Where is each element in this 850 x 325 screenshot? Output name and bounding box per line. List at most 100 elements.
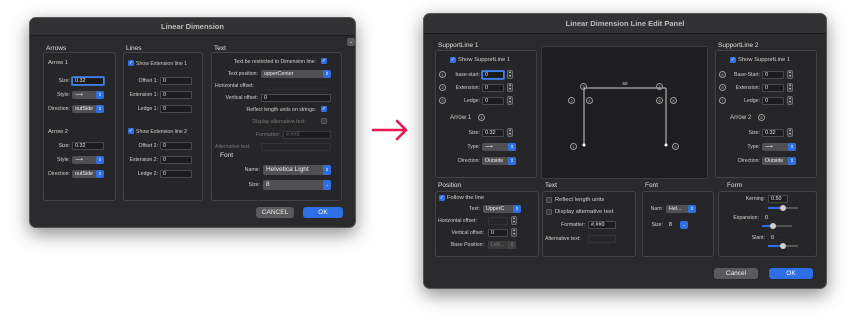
restricted-checkbox[interactable]: ✓ [321,58,327,64]
base-start2-stepper[interactable]: ▲ ▼ [787,70,793,79]
voffset-input[interactable]: 0 [261,94,331,102]
alternative-text-input[interactable] [588,235,616,243]
chevron-updown-icon: ⇕ [96,156,104,164]
base-position-select[interactable]: Left... ⇕ [488,241,516,249]
preview-marker-8: 8 [670,97,677,104]
reflect-checkbox[interactable]: ✓ [321,106,327,112]
restricted-label: Text be restricted to Dimension line: [233,59,316,65]
ledge2-input[interactable]: 0 [762,97,784,105]
ok-button[interactable]: OK [769,268,813,279]
ledge1-input[interactable]: 0 [160,105,192,113]
display-alt-checkbox[interactable] [546,209,552,215]
reflect-units-label: Reflect length units [555,197,605,203]
font-size-select[interactable]: 8 ⌄ [263,180,331,190]
offset1-input[interactable]: 0 [160,77,192,85]
text-settings-heading: Text [545,182,557,189]
formatter-input[interactable]: #,##0 [588,221,616,229]
form-group: Form Kerning: 0.50 Expansion: 0 Slant: 0 [718,182,817,257]
follow-line-checkbox[interactable]: ✓ [439,195,445,201]
base-start-stepper[interactable]: ▲ ▼ [507,70,513,79]
arrow1-size-input[interactable]: 0.32 [482,129,504,137]
arrow2-direction-label: Direction: [738,158,760,164]
ledge2-input[interactable]: 0 [160,170,192,178]
arrow2-size-input[interactable]: 0.32 [762,129,784,137]
arrow2-direction-select[interactable]: outSide ⇕ [72,170,104,178]
end-point-left [582,143,586,147]
kerning-slider-knob[interactable] [780,204,786,211]
arrow1-style-select[interactable]: ⟶ ⇕ [72,91,104,99]
arrow1-size-stepper[interactable]: ▲ ▼ [507,128,513,137]
expansion-slider-knob[interactable] [769,222,776,229]
position-text-select[interactable]: UpperC ⇕ [483,205,521,213]
show-supportline1-checkbox[interactable]: ✓ [450,57,456,63]
kerning-slider[interactable] [768,204,798,211]
position-voffset-stepper[interactable]: ▲ ▼ [511,228,517,237]
cancel-button[interactable]: CANCEL [256,207,294,218]
extension1-stepper[interactable]: ▲ ▼ [507,83,513,92]
arrow2-style-select[interactable]: ⟶ ⇕ [72,156,104,164]
text-position-select[interactable]: upperCenter ⇕ [261,70,331,78]
position-voffset-input[interactable]: 0 [488,229,508,237]
cancel-button[interactable]: Cancel [714,268,758,279]
reflect-label: Reflect length units on strings: [246,107,317,113]
formatter-label: Formatter: [256,132,280,138]
ext2-check-label: Show Extension line 2 [136,129,188,135]
ledge2-stepper[interactable]: ▲ ▼ [787,96,793,105]
collapse-button[interactable]: ⌄ [347,38,355,46]
show-supportline2-checkbox[interactable]: ✓ [730,57,736,63]
ledge1-input[interactable]: 0 [482,97,504,105]
expansion-slider[interactable] [762,222,792,229]
font-name-select[interactable]: Hel... ⇕ [666,205,696,213]
extension1-input[interactable]: 0 [482,84,504,92]
ledge1-stepper[interactable]: ▲ ▼ [507,96,513,105]
kerning-input[interactable]: 0.50 [768,195,788,203]
font-name-select[interactable]: Helvetica Light ⇕ [263,165,331,175]
expansion-input[interactable]: 0 [762,214,782,222]
offset2-input[interactable]: 0 [160,142,192,150]
arrow1-type-select[interactable]: ⟶ ⇕ [482,143,516,151]
arrow1-direction-select[interactable]: Outside ⇕ [482,157,516,165]
arrow2-size-input[interactable]: 0.32 [72,142,104,150]
arrow1-size-label: Size: [58,78,70,84]
arrow1-direction-select[interactable]: outSide ⇕ [72,105,104,113]
chevron-down-icon: ⌄ [323,180,331,190]
formatter-input[interactable]: #,##0 [283,131,331,139]
ledge2-label: Ledge 2: [137,171,158,177]
arrow2-size-stepper[interactable]: ▲ ▼ [787,128,793,137]
arrow2-direction-select[interactable]: Outside ⇕ [762,157,796,165]
ext1-checkbox[interactable]: ✓ [128,60,134,66]
ok-button[interactable]: OK [303,207,343,218]
position-hoffset-input[interactable] [488,217,508,225]
alt-text-input[interactable] [261,143,331,151]
slant-input[interactable]: 0 [768,234,788,242]
font-size-select[interactable]: 8 ⌄ [666,221,688,229]
end-point-right [664,143,668,147]
hoffset-input[interactable] [261,82,331,90]
arrow2-style-label: Style: [57,157,70,163]
display-alt-checkbox[interactable] [321,118,327,124]
base-start2-input[interactable]: 0 [762,71,784,79]
slant-slider-knob[interactable] [780,242,786,249]
reflect-units-checkbox[interactable] [546,197,552,203]
arrow2-direction-label: Direction: [48,171,70,177]
chevron-updown-icon: ⇕ [96,91,104,99]
chevron-updown-icon: ⇕ [508,157,516,165]
arrow2-type-label: Type: [747,144,760,150]
position-hoffset-stepper[interactable]: ▲ ▼ [511,216,517,225]
slant-slider[interactable] [768,242,798,249]
base-start-input[interactable]: 0 [482,71,504,79]
ext2-checkbox[interactable]: ✓ [128,128,134,134]
marker-7-icon: 7 [719,97,726,104]
extension2-stepper[interactable]: ▲ ▼ [787,83,793,92]
arrow2-type-select[interactable]: ⟶ ⇕ [762,143,796,151]
marker-4-icon: 4 [478,114,485,121]
arrow1-size-input[interactable]: 0.32 [72,77,104,85]
base-position-label: Base Position: [450,242,484,248]
supportline2-group: SupportLine 2 ✓ Show SupportLine 1 8 Bas… [715,42,817,178]
extension2-input[interactable]: 0 [762,84,784,92]
chevron-updown-icon: ⇕ [508,143,516,151]
extension1-input[interactable]: 0 [160,91,192,99]
extension2-input[interactable]: 0 [160,156,192,164]
form-heading: Form [727,182,743,189]
marker-1-icon: 1 [439,71,446,78]
